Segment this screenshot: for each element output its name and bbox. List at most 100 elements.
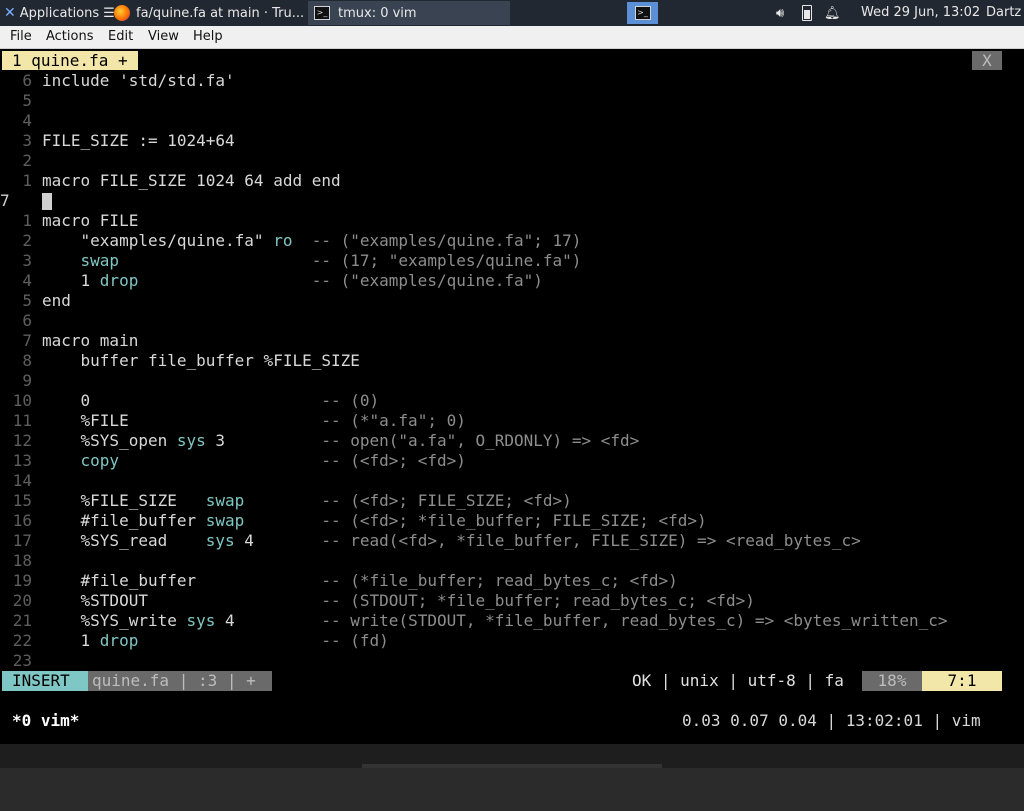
code-line[interactable]: 20 %STDOUT -- (STDOUT; *file_buffer; rea…	[0, 591, 1002, 611]
clock[interactable]: Wed 29 Jun, 13:02	[861, 0, 980, 26]
code-line[interactable]: 4	[0, 111, 1002, 131]
line-number: 13	[12, 451, 32, 470]
code-text: 1 drop -- (fd)	[42, 631, 389, 650]
code-text: include 'std/std.fa'	[42, 71, 235, 90]
taskbar-item-tmux[interactable]: >_ tmux: 0 vim	[308, 1, 510, 25]
line-number: 19	[12, 571, 32, 590]
vim-mode-indicator: INSERT	[2, 671, 88, 691]
vim-tab[interactable]: 1 quine.fa +	[2, 51, 138, 70]
code-line[interactable]: 2 "examples/quine.fa" ro -- ("examples/q…	[0, 231, 1002, 251]
code-line[interactable]: 3 swap -- (17; "examples/quine.fa")	[0, 251, 1002, 271]
code-line[interactable]: 16 #file_buffer swap -- (<fd>; *file_buf…	[0, 511, 1002, 531]
code-text: macro FILE_SIZE 1024 64 add end	[42, 171, 341, 190]
code-line[interactable]: 7 macro main	[0, 331, 1002, 351]
code-line[interactable]: 6 include 'std/std.fa'	[0, 71, 1002, 91]
code-text: %SYS_open sys 3 -- open("a.fa", O_RDONLY…	[42, 431, 640, 450]
code-text: copy -- (<fd>; <fd>)	[80, 451, 466, 470]
tmux-window-name[interactable]: *0 vim*	[12, 711, 79, 730]
line-number: 20	[12, 591, 32, 610]
line-number: 9	[22, 371, 32, 390]
text-cursor	[42, 193, 52, 210]
code-text: swap -- (17; "examples/quine.fa")	[80, 251, 582, 270]
vim-file-info: quine.fa | :3 | +	[88, 671, 272, 691]
line-number: 2	[22, 231, 32, 250]
line-number: 4	[22, 111, 32, 130]
code-text: macro main	[42, 331, 139, 350]
line-number: 23	[12, 651, 32, 670]
tmux-status-right: 0.03 0.07 0.04 | 13:02:01 | vim	[682, 711, 981, 730]
terminal-icon: >_	[314, 6, 330, 20]
firefox-icon	[114, 5, 130, 21]
system-tray: 🔊︎ 🔔︎	[776, 0, 853, 26]
line-number: 21	[12, 611, 32, 630]
line-number: 14	[12, 471, 32, 490]
code-text: %SYS_read sys 4 -- read(<fd>, *file_buff…	[42, 531, 861, 550]
code-line[interactable]: 1 macro FILE	[0, 211, 1002, 231]
code-line[interactable]: 11 %FILE -- (*"a.fa"; 0)	[0, 411, 1002, 431]
code-text: #file_buffer swap -- (<fd>; *file_buffer…	[42, 511, 707, 530]
line-number: 10	[12, 391, 32, 410]
code-line[interactable]: 12 %SYS_open sys 3 -- open("a.fa", O_RDO…	[0, 431, 1002, 451]
xfce-logo-icon: ✕	[4, 5, 16, 21]
terminal-area[interactable]: 1 quine.fa + X 6 include 'std/std.fa' 5 4 3 F…	[0, 49, 1024, 768]
line-number: 5	[22, 91, 32, 110]
line-number: 11	[12, 411, 32, 430]
code-line[interactable]: 23	[0, 651, 1002, 671]
code-text: #file_buffer -- (*file_buffer; read_byte…	[42, 571, 678, 590]
code-text: macro FILE	[42, 211, 139, 230]
code-line[interactable]: 22 1 drop -- (fd)	[0, 631, 1002, 651]
code-text: 1 drop -- ("examples/quine.fa")	[42, 271, 543, 290]
line-number: 6	[22, 311, 32, 330]
code-line[interactable]: 9	[0, 371, 1002, 391]
vim-tab-close-button[interactable]: X	[972, 51, 1002, 70]
menu-actions[interactable]: Actions	[46, 29, 94, 44]
line-number: 15	[12, 491, 32, 510]
code-line[interactable]: 21 %SYS_write sys 4 -- write(STDOUT, *fi…	[0, 611, 1002, 631]
code-line[interactable]: 13 copy -- (<fd>; <fd>)	[0, 451, 1002, 471]
menu-edit[interactable]: Edit	[108, 29, 133, 44]
code-line[interactable]: 7	[0, 191, 1002, 211]
bottom-scroll-track	[362, 764, 662, 768]
code-line[interactable]: 15 %FILE_SIZE swap -- (<fd>; FILE_SIZE; …	[0, 491, 1002, 511]
notification-bell-icon[interactable]: 🔔︎	[824, 6, 841, 21]
menu-file[interactable]: File	[10, 29, 32, 44]
battery-icon[interactable]	[802, 5, 812, 21]
top-panel: ✕ Applications ☰ fa/quine.fa at main · T…	[0, 0, 1024, 26]
code-line[interactable]: 5 end	[0, 291, 1002, 311]
vim-tabline: 1 quine.fa + X	[0, 51, 1002, 70]
code-text: %SYS_write sys 4 -- write(STDOUT, *file_…	[42, 611, 948, 630]
menu-view[interactable]: View	[148, 29, 179, 44]
line-number: 7	[0, 191, 10, 210]
code-line[interactable]: 2	[0, 151, 1002, 171]
line-number: 6	[22, 71, 32, 90]
menu-help[interactable]: Help	[193, 29, 223, 44]
code-line[interactable]: 10 0 -- (0)	[0, 391, 1002, 411]
line-number: 7	[22, 331, 32, 350]
code-text: %STDOUT -- (STDOUT; *file_buffer; read_b…	[42, 591, 755, 610]
code-line[interactable]: 6	[0, 311, 1002, 331]
vim-cursor-position: 7:1	[922, 671, 1002, 691]
code-line[interactable]: 17 %SYS_read sys 4 -- read(<fd>, *file_b…	[0, 531, 1002, 551]
volume-icon[interactable]: 🔊︎	[776, 6, 794, 21]
code-line[interactable]: 14	[0, 471, 1002, 491]
code-line[interactable]: 3 FILE_SIZE := 1024+64	[0, 131, 1002, 151]
taskbar-item-firefox[interactable]: fa/quine.fa at main · Tru...	[108, 1, 308, 25]
code-line[interactable]: 19 #file_buffer -- (*file_buffer; read_b…	[0, 571, 1002, 591]
code-line[interactable]: 8 buffer file_buffer %FILE_SIZE	[0, 351, 1002, 371]
code-line[interactable]: 5	[0, 91, 1002, 111]
workspace-switcher[interactable]: >_	[627, 2, 658, 24]
user-menu[interactable]: Dartz	[986, 0, 1021, 26]
code-text: FILE_SIZE := 1024+64	[42, 131, 235, 150]
line-number: 1	[22, 171, 32, 190]
code-text: end	[42, 291, 71, 310]
line-number: 17	[12, 531, 32, 550]
bottom-edge	[0, 744, 1024, 768]
code-line[interactable]: 18	[0, 551, 1002, 571]
taskbar-item-label: fa/quine.fa at main · Tru...	[136, 5, 305, 21]
code-line[interactable]: 1 macro FILE_SIZE 1024 64 add end	[0, 171, 1002, 191]
taskbar-item-label: tmux: 0 vim	[338, 5, 417, 21]
applications-menu[interactable]: ✕ Applications ☰	[0, 0, 115, 26]
code-line[interactable]: 4 1 drop -- ("examples/quine.fa")	[0, 271, 1002, 291]
line-number: 3	[22, 131, 32, 150]
line-number: 2	[22, 151, 32, 170]
